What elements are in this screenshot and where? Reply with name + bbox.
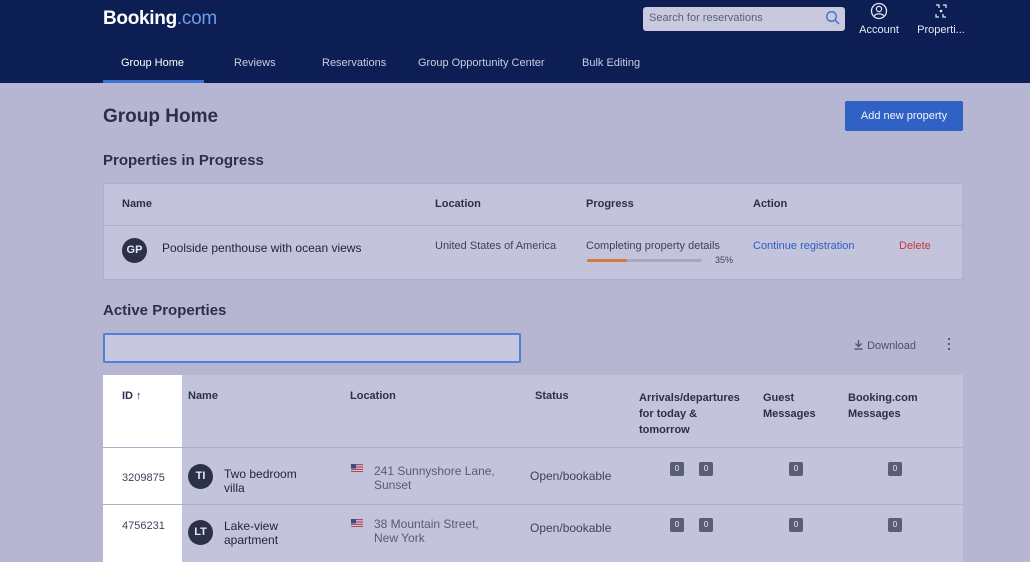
page-title: Group Home [103, 106, 219, 127]
avatar: GP [122, 238, 147, 263]
booking-messages-count[interactable]: 0 [888, 462, 902, 476]
properties-switch-icon [935, 4, 947, 18]
property-id: 4756231 [122, 520, 165, 532]
departures-count[interactable]: 0 [699, 518, 713, 532]
property-status: Open/bookable [530, 521, 612, 535]
logo-suffix: .com [176, 8, 217, 29]
property-location: 38 Mountain Street, New York [374, 517, 479, 545]
properties-label: Properti... [917, 24, 965, 36]
column-header-location: Location [435, 198, 481, 210]
search-placeholder: Search for reservations [649, 12, 763, 24]
divider [104, 225, 962, 226]
progress-bar [587, 259, 702, 262]
header-line: tomorrow [639, 424, 690, 436]
us-flag-icon [351, 464, 363, 472]
column-header-progress: Progress [586, 198, 634, 210]
departures-count[interactable]: 0 [699, 462, 713, 476]
booking-messages-count[interactable]: 0 [888, 518, 902, 532]
us-flag-icon [351, 519, 363, 527]
top-navigation-bar: Booking.com Search for reservations Acco… [0, 0, 1030, 83]
column-header-name: Name [122, 198, 152, 210]
column-header-name[interactable]: Name [188, 390, 218, 402]
avatar: TI [188, 464, 213, 489]
location-line: New York [374, 531, 425, 545]
location-line: 241 Sunnyshore Lane, [374, 464, 495, 478]
column-header-guest-messages[interactable]: Guest Messages [763, 390, 816, 422]
property-name: Poolside penthouse with ocean views [162, 241, 362, 255]
location-line: 38 Mountain Street, [374, 517, 479, 531]
account-button[interactable]: Account [849, 2, 909, 38]
progress-bar-fill [587, 259, 628, 262]
header-line: for today & [639, 408, 698, 420]
more-options-icon[interactable] [944, 337, 954, 351]
property-id: 3209875 [122, 472, 165, 484]
header-line: Messages [848, 408, 901, 420]
column-header-action: Action [753, 198, 788, 210]
tab-group-opportunity-center[interactable]: Group Opportunity Center [418, 57, 545, 69]
properties-in-progress-table: Name Location Progress Action GP Poolsid… [103, 183, 963, 280]
search-icon[interactable] [825, 10, 841, 26]
add-new-property-button[interactable]: Add new property [845, 101, 963, 131]
tab-bulk-editing[interactable]: Bulk Editing [582, 57, 640, 69]
header-line: Booking.com [848, 392, 918, 404]
search-input[interactable]: Search for reservations [643, 7, 845, 31]
properties-in-progress-title: Properties in Progress [103, 152, 264, 169]
header-line: Arrivals/departures [639, 392, 740, 404]
name-line: villa [224, 481, 245, 495]
divider [103, 447, 963, 448]
property-name[interactable]: Two bedroom villa [224, 467, 297, 495]
property-name[interactable]: Lake-view apartment [224, 519, 278, 547]
booking-logo[interactable]: Booking.com [103, 8, 217, 30]
header-line: Messages [763, 408, 816, 420]
column-header-status[interactable]: Status [535, 390, 569, 402]
name-line: Two bedroom [224, 467, 297, 481]
header-line: Guest [763, 392, 795, 404]
account-icon [870, 2, 888, 20]
avatar: LT [188, 520, 213, 545]
delete-link[interactable]: Delete [899, 240, 931, 252]
divider [103, 504, 963, 505]
account-label: Account [859, 24, 899, 36]
guest-messages-count[interactable]: 0 [789, 462, 803, 476]
property-status: Open/bookable [530, 469, 612, 483]
guest-messages-count[interactable]: 0 [789, 518, 803, 532]
arrivals-count[interactable]: 0 [670, 462, 684, 476]
id-column-highlight [103, 375, 182, 562]
column-header-id[interactable]: ID ↑ [122, 390, 142, 402]
active-properties-filter-input[interactable] [103, 333, 521, 363]
column-header-location[interactable]: Location [350, 390, 396, 402]
location-line: Sunset [374, 478, 412, 492]
download-label: Download [867, 340, 916, 352]
tab-reservations[interactable]: Reservations [322, 57, 386, 69]
progress-percent: 35% [715, 255, 734, 265]
tab-group-home[interactable]: Group Home [121, 57, 184, 69]
tab-reviews[interactable]: Reviews [234, 57, 276, 69]
properties-button[interactable]: Properti... [911, 2, 971, 38]
active-tab-indicator [103, 80, 204, 83]
arrivals-count[interactable]: 0 [670, 518, 684, 532]
download-icon [854, 340, 863, 350]
download-button[interactable]: Download [853, 339, 916, 352]
continue-registration-link[interactable]: Continue registration [753, 240, 855, 252]
name-line: apartment [224, 533, 279, 547]
logo-text: Booking [103, 8, 177, 29]
column-header-booking-messages[interactable]: Booking.com Messages [848, 390, 918, 422]
column-header-arrivals-departures[interactable]: Arrivals/departures for today & tomorrow [639, 390, 740, 438]
active-properties-table: ID ↑ Name Location Status Arrivals/depar… [103, 375, 963, 562]
property-location: 241 Sunnyshore Lane, Sunset [374, 464, 495, 492]
active-properties-title: Active Properties [103, 302, 227, 319]
name-line: Lake-view [224, 519, 279, 533]
property-location: United States of America [435, 240, 557, 252]
progress-label: Completing property details [586, 240, 720, 252]
